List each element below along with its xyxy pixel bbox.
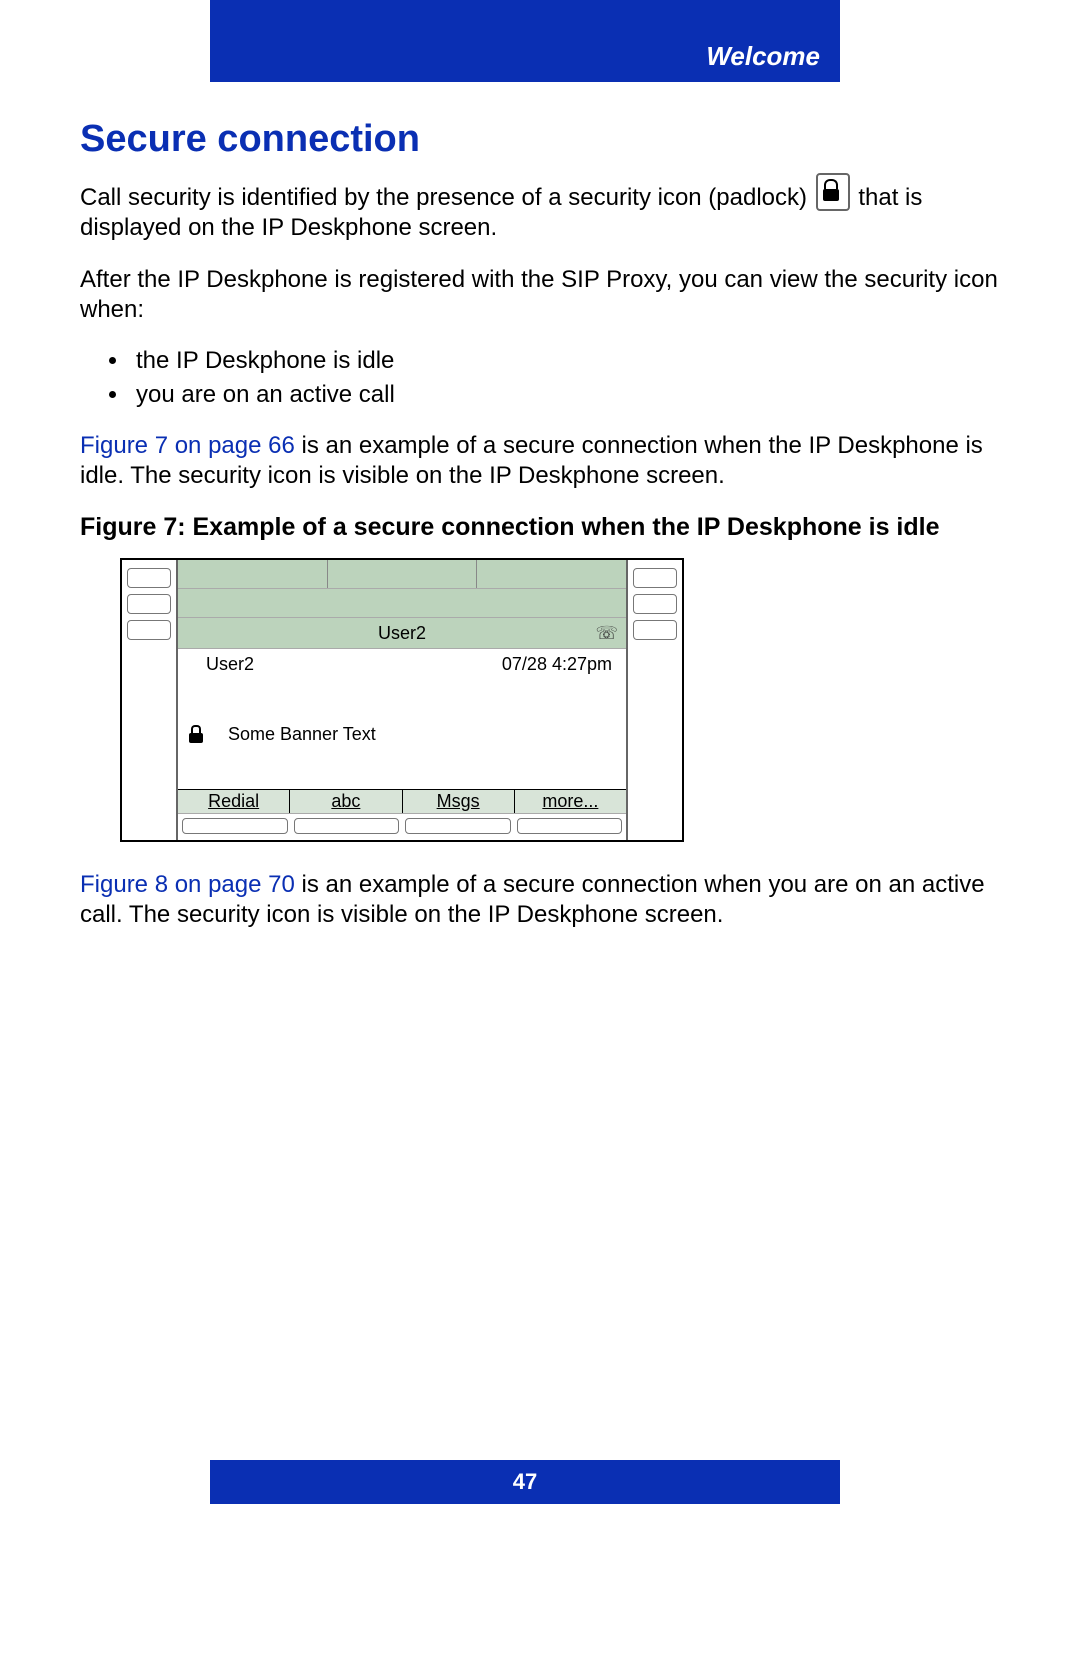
- banner-text: Some Banner Text: [228, 724, 376, 745]
- figure-8-link[interactable]: Figure 8 on page 70: [80, 871, 295, 898]
- paragraph-1: Call security is identified by the prese…: [80, 173, 1010, 243]
- bullet-item: the IP Deskphone is idle: [130, 347, 1010, 375]
- header-band: Welcome: [210, 0, 840, 82]
- top-bar-cell: [178, 560, 328, 588]
- header-section-label: Welcome: [706, 41, 820, 72]
- banner-row: Some Banner Text: [178, 679, 626, 789]
- info-user-label: User2: [206, 654, 254, 675]
- figure-7-caption: Figure 7: Example of a secure connection…: [80, 513, 1010, 542]
- figure-7: User2 ☏ User2 07/28 4:27pm Some Banner T…: [120, 558, 1010, 842]
- softkey-msgs: Msgs: [403, 790, 515, 813]
- figure-7-link[interactable]: Figure 7 on page 66: [80, 432, 295, 459]
- secondary-bar: [178, 589, 626, 618]
- hardkey-row: [178, 813, 626, 840]
- paragraph-2: After the IP Deskphone is registered wit…: [80, 265, 1010, 325]
- footer-band: 47: [210, 1460, 840, 1504]
- title-row: User2 ☏: [178, 618, 626, 649]
- paragraph-3: Figure 7 on page 66 is an example of a s…: [80, 431, 1010, 491]
- softkey-redial: Redial: [178, 790, 290, 813]
- page-content: Secure connection Call security is ident…: [0, 82, 1080, 930]
- top-bar-cell: [328, 560, 478, 588]
- side-button: [127, 568, 171, 588]
- paragraph-4: Figure 8 on page 70 is an example of a s…: [80, 870, 1010, 930]
- padlock-icon: [816, 173, 850, 211]
- page-number: 47: [513, 1469, 537, 1495]
- page-title: Secure connection: [80, 118, 1010, 161]
- deskphone-mock: User2 ☏ User2 07/28 4:27pm Some Banner T…: [120, 558, 684, 842]
- hardkey: [182, 818, 288, 834]
- title-user-label: User2: [378, 623, 426, 644]
- hardkey: [294, 818, 400, 834]
- phone-screen: User2 ☏ User2 07/28 4:27pm Some Banner T…: [176, 560, 628, 840]
- right-side-buttons: [628, 560, 682, 840]
- hardkey: [517, 818, 623, 834]
- side-button: [127, 620, 171, 640]
- para1-text-a: Call security is identified by the prese…: [80, 184, 814, 211]
- handset-icon: ☏: [595, 623, 618, 644]
- lock-icon: [188, 725, 204, 743]
- hardkey: [405, 818, 511, 834]
- top-bar-cell: [477, 560, 626, 588]
- side-button: [633, 620, 677, 640]
- side-button: [633, 594, 677, 614]
- softkey-abc: abc: [290, 790, 402, 813]
- bullet-item: you are on an active call: [130, 381, 1010, 409]
- side-button: [127, 594, 171, 614]
- softkey-more: more...: [515, 790, 626, 813]
- info-row: User2 07/28 4:27pm: [178, 649, 626, 679]
- info-time-label: 07/28 4:27pm: [502, 654, 612, 675]
- left-side-buttons: [122, 560, 176, 840]
- top-bar-row: [178, 560, 626, 589]
- bullet-list: the IP Deskphone is idle you are on an a…: [80, 347, 1010, 409]
- softkey-row: Redial abc Msgs more...: [178, 789, 626, 813]
- side-button: [633, 568, 677, 588]
